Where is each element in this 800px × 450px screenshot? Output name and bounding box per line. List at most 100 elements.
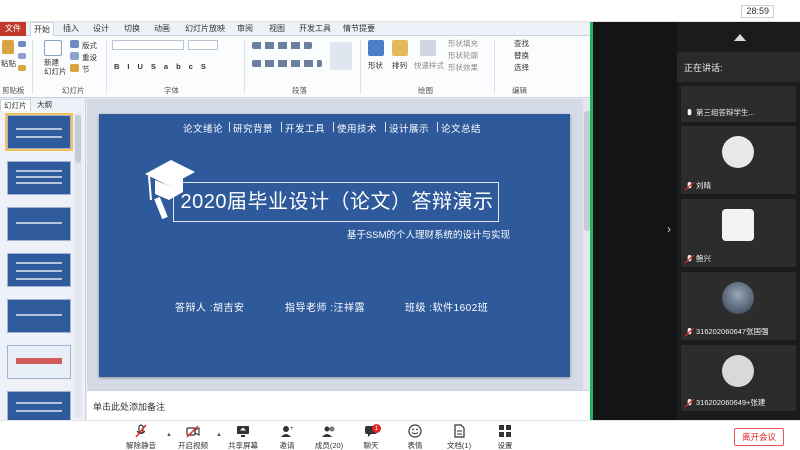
format-painter-icon[interactable] bbox=[18, 65, 26, 71]
participant-tile[interactable]: 刘晴 bbox=[681, 126, 796, 194]
smiley-icon bbox=[408, 424, 422, 438]
mic-off-icon bbox=[135, 424, 147, 438]
section-label[interactable]: 节 bbox=[82, 64, 90, 75]
tab-slideshow[interactable]: 幻灯片放映 bbox=[182, 22, 228, 36]
meeting-toolbar: 解除静音 ▲ 开启视频 ▲ 共享屏幕 + 邀请 成员(20) 聊天 1 表情 文… bbox=[0, 420, 800, 450]
clipboard-group-title: 剪贴板 bbox=[2, 86, 25, 95]
slide-thumbnail[interactable] bbox=[7, 253, 71, 287]
participant-name: 316202060649+张建 bbox=[696, 398, 766, 407]
reset-label[interactable]: 重设 bbox=[82, 52, 97, 63]
slide-thumbnail[interactable] bbox=[7, 207, 71, 241]
participant-name: 316202060647张国强 bbox=[696, 327, 769, 336]
replace-label[interactable]: 替换 bbox=[514, 50, 529, 61]
participant-tile[interactable]: 第三组答辩学生... bbox=[681, 86, 796, 122]
tab-insert[interactable]: 插入 bbox=[60, 22, 82, 36]
slide-thumbnail[interactable] bbox=[5, 113, 73, 151]
leave-meeting-button[interactable]: 离开会议 bbox=[734, 428, 784, 446]
align-buttons-icon[interactable] bbox=[252, 60, 322, 67]
unmute-button[interactable]: 解除静音 bbox=[120, 423, 162, 450]
list-buttons-icon[interactable] bbox=[252, 42, 312, 49]
font-group-title: 字体 bbox=[164, 86, 179, 95]
scroll-up-icon[interactable] bbox=[734, 34, 746, 41]
speaking-label: 正在讲话: bbox=[684, 63, 723, 73]
layout-icon[interactable] bbox=[70, 40, 79, 48]
section-icon[interactable] bbox=[70, 64, 79, 72]
shape-label: 形状 bbox=[368, 61, 383, 70]
tab-developer[interactable]: 开发工具 bbox=[296, 22, 334, 36]
thumbnail-scrollbar[interactable] bbox=[74, 113, 82, 418]
reaction-label: 表情 bbox=[407, 441, 423, 450]
slide-thumbnail[interactable] bbox=[7, 345, 71, 379]
paste-label: 粘贴 bbox=[1, 59, 16, 68]
members-label: 成员(20) bbox=[314, 441, 344, 450]
tab-animations[interactable]: 动画 bbox=[151, 22, 173, 36]
nav-divider bbox=[437, 122, 438, 132]
tab-review[interactable]: 审阅 bbox=[234, 22, 256, 36]
participant-tile[interactable]: 鲍兴 bbox=[681, 199, 796, 267]
tab-storyboard[interactable]: 情节提要 bbox=[340, 22, 378, 36]
select-label[interactable]: 选择 bbox=[514, 62, 529, 73]
slide-thumbnail[interactable] bbox=[7, 299, 71, 333]
share-screen-button[interactable]: 共享屏幕 bbox=[222, 423, 264, 450]
members-button[interactable]: 成员(20) bbox=[308, 423, 350, 450]
current-slide[interactable]: 论文绪论 研究背景 开发工具 使用技术 设计展示 论文总结 2020届毕业设计（… bbox=[99, 114, 570, 377]
slide-subtitle: 基于SSM的个人理财系统的设计与实现 bbox=[346, 230, 510, 241]
layout-label[interactable]: 版式 bbox=[82, 40, 97, 51]
ribbon: 粘贴 剪贴板 新建 幻灯片 版式 重设 节 幻灯片 BIUSabcS 字体 段落… bbox=[0, 36, 592, 98]
tab-view[interactable]: 视图 bbox=[266, 22, 288, 36]
tab-slides[interactable]: 幻灯片 bbox=[0, 99, 31, 111]
notes-pane[interactable]: 单击此处添加备注 bbox=[87, 390, 592, 420]
reset-icon[interactable] bbox=[70, 52, 79, 60]
shape-outline-label[interactable]: 形状轮廓 bbox=[448, 50, 478, 61]
settings-button[interactable]: 设置 bbox=[484, 423, 526, 450]
avatar bbox=[722, 136, 754, 168]
reaction-button[interactable]: 表情 bbox=[394, 423, 436, 450]
documents-button[interactable]: 文档(1) bbox=[438, 423, 480, 450]
chat-button[interactable]: 聊天 bbox=[350, 423, 392, 450]
shape-effect-label[interactable]: 形状效果 bbox=[448, 62, 478, 73]
slide-title: 2020届毕业设计（论文）答辩演示 bbox=[180, 191, 494, 213]
quick-style-icon[interactable] bbox=[420, 40, 436, 56]
mic-off-icon bbox=[685, 399, 694, 408]
settings-label: 设置 bbox=[497, 441, 513, 450]
tab-home[interactable]: 开始 bbox=[30, 22, 54, 36]
slide-nav-bar: 论文绪论 研究背景 开发工具 使用技术 设计展示 论文总结 bbox=[99, 121, 570, 135]
participant-tile[interactable]: 316202060649+张建 bbox=[681, 345, 796, 411]
tab-design[interactable]: 设计 bbox=[90, 22, 112, 36]
ribbon-divider bbox=[494, 40, 495, 94]
tab-file[interactable]: 文件 bbox=[0, 22, 26, 36]
find-label[interactable]: 查找 bbox=[514, 38, 529, 49]
tab-transitions[interactable]: 切换 bbox=[121, 22, 143, 36]
new-slide-icon[interactable] bbox=[44, 40, 62, 56]
slide-thumbnail[interactable] bbox=[7, 391, 71, 420]
start-video-button[interactable]: 开启视频 bbox=[172, 423, 214, 450]
shape-fill-label[interactable]: 形状填充 bbox=[448, 38, 478, 49]
nav-divider bbox=[385, 122, 386, 132]
arrange-icon[interactable] bbox=[392, 40, 408, 56]
mic-off-icon bbox=[685, 328, 694, 337]
drawing-group-title: 绘图 bbox=[418, 86, 433, 95]
font-name-combo[interactable] bbox=[112, 40, 184, 50]
tab-outline[interactable]: 大纲 bbox=[34, 99, 55, 111]
class-name: 班级 :软件1602班 bbox=[405, 303, 489, 314]
font-size-combo[interactable] bbox=[188, 40, 218, 50]
text-direction-icon[interactable] bbox=[330, 42, 352, 70]
invite-button[interactable]: + 邀请 bbox=[266, 423, 308, 450]
slide-nav-item: 论文绪论 bbox=[183, 124, 224, 135]
cut-icon[interactable] bbox=[18, 41, 26, 47]
documents-label: 文档(1) bbox=[446, 441, 472, 450]
copy-icon[interactable] bbox=[18, 53, 26, 59]
shape-icon[interactable] bbox=[368, 40, 384, 56]
shared-screen-powerpoint: 文件 开始 插入 设计 切换 动画 幻灯片放映 审阅 视图 开发工具 情节提要 … bbox=[0, 22, 592, 420]
font-format-buttons[interactable]: BIUSabcS bbox=[114, 62, 214, 71]
slide-nav-item: 研究背景 bbox=[233, 124, 274, 135]
unmute-label: 解除静音 bbox=[126, 441, 156, 450]
paste-icon[interactable] bbox=[2, 40, 14, 54]
invite-icon: + bbox=[281, 426, 294, 437]
new-slide-label: 新建 幻灯片 bbox=[44, 58, 67, 76]
slide-thumbnail[interactable] bbox=[7, 161, 71, 195]
slide-nav-item: 设计展示 bbox=[389, 124, 430, 135]
collapse-panel-icon[interactable]: › bbox=[667, 222, 671, 236]
slide-thumbnail-panel: 幻灯片 大纲 bbox=[0, 99, 86, 420]
participant-tile[interactable]: 316202060647张国强 bbox=[681, 272, 796, 340]
